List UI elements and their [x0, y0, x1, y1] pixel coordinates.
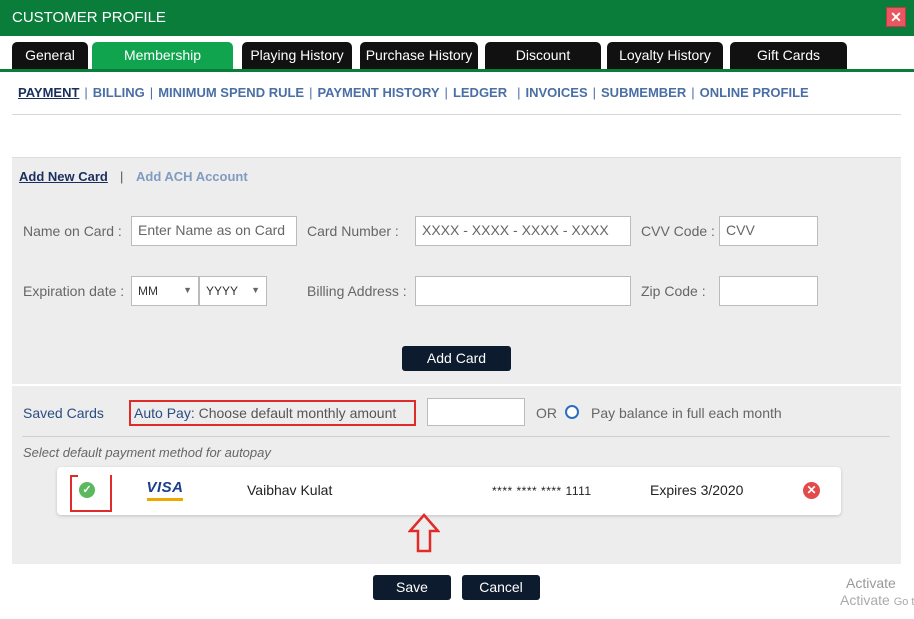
expiration-year-select[interactable]: YYYY ▼ [199, 276, 267, 306]
delete-circle-icon[interactable]: ✕ [803, 482, 820, 499]
tab-gift-cards[interactable]: Gift Cards [730, 42, 847, 69]
subnav-separator: | [309, 85, 313, 100]
add-card-button[interactable]: Add Card [402, 346, 511, 371]
name-on-card-input[interactable]: Enter Name as on Card [131, 216, 297, 246]
subnav-separator: | [444, 85, 448, 100]
name-on-card-label: Name on Card : [23, 223, 122, 239]
card-holder-name: Vaibhav Kulat [247, 482, 333, 498]
up-arrow-annotation-icon [408, 513, 440, 553]
billing-address-input[interactable] [415, 276, 631, 306]
autopay-description: Choose default monthly amount [198, 405, 397, 421]
go-to-settings-text: Go to Set [893, 596, 914, 608]
window-title: CUSTOMER PROFILE [12, 9, 166, 26]
expiration-month-value: MM [138, 284, 158, 298]
link-separator: | [120, 169, 124, 184]
expiration-year-value: YYYY [206, 284, 239, 298]
subnav-online-profile[interactable]: ONLINE PROFILE [700, 85, 809, 100]
pay-balance-label[interactable]: Pay balance in full each month [591, 405, 782, 421]
sub-navigation: PAYMENT | BILLING | MINIMUM SPEND RULE | PAYME… [18, 85, 809, 100]
subnav-separator: | [84, 85, 88, 100]
divider [12, 114, 901, 115]
subnav-separator: | [517, 85, 521, 100]
saved-cards-title: Saved Cards [23, 405, 104, 421]
tab-general[interactable]: General [12, 42, 88, 69]
chevron-down-icon: ▼ [183, 285, 192, 295]
card-number-input[interactable]: XXXX - XXXX - XXXX - XXXX [415, 216, 631, 246]
subnav-separator: | [592, 85, 597, 100]
subnav-separator: | [691, 85, 695, 100]
check-highlight-edge [70, 475, 78, 477]
tab-bar: General Membership Playing History Purch… [0, 36, 914, 72]
subnav-minimum-spend-rule[interactable]: MINIMUM SPEND RULE [158, 85, 304, 100]
check-circle-icon[interactable]: ✓ [79, 482, 95, 498]
radio-icon[interactable] [565, 405, 579, 419]
autopay-label: Auto Pay: Choose default monthly amount [134, 405, 396, 421]
subnav-separator: | [149, 85, 154, 100]
card-brand: VISA [146, 479, 184, 496]
tab-membership[interactable]: Membership [92, 42, 233, 69]
divider [22, 436, 890, 437]
card-masked-number: **** **** **** 1111 [492, 484, 592, 498]
activate-watermark-secondary: Activate Go to Set [840, 592, 914, 608]
title-bar: CUSTOMER PROFILE ✕ [0, 0, 914, 36]
close-icon[interactable]: ✕ [886, 7, 906, 27]
cvv-input[interactable]: CVV [719, 216, 818, 246]
subnav-billing[interactable]: BILLING [93, 85, 145, 100]
add-ach-account-link[interactable]: Add ACH Account [136, 169, 248, 184]
subnav-payment[interactable]: PAYMENT [18, 85, 79, 100]
visa-stripe [147, 498, 183, 501]
zip-code-label: Zip Code : [641, 283, 706, 299]
tab-playing-history[interactable]: Playing History [242, 42, 352, 69]
expiration-month-select[interactable]: MM ▼ [131, 276, 199, 306]
autopay-amount-input[interactable] [427, 398, 525, 426]
add-new-card-link[interactable]: Add New Card [19, 169, 108, 184]
card-expiry: Expires 3/2020 [650, 482, 744, 498]
tab-loyalty-history[interactable]: Loyalty History [607, 42, 723, 69]
cancel-button[interactable]: Cancel [462, 575, 540, 600]
tab-discount[interactable]: Discount [485, 42, 601, 69]
save-button[interactable]: Save [373, 575, 451, 600]
subnav-ledger[interactable]: LEDGER [453, 85, 507, 100]
activate-watermark: Activate [846, 575, 896, 591]
tab-purchase-history[interactable]: Purchase History [360, 42, 478, 69]
subnav-payment-history[interactable]: PAYMENT HISTORY [317, 85, 439, 100]
expiration-date-label: Expiration date : [23, 283, 125, 299]
autopay-hint: Select default payment method for autopa… [23, 445, 271, 460]
activate-watermark-text: Activate [840, 592, 890, 608]
visa-logo: VISA [145, 479, 185, 503]
or-label: OR [536, 405, 557, 421]
autopay-prefix: Auto Pay: [134, 405, 195, 421]
subnav-submember[interactable]: SUBMEMBER [601, 85, 686, 100]
zip-code-input[interactable] [719, 276, 818, 306]
card-number-label: Card Number : [307, 223, 399, 239]
chevron-down-icon: ▼ [251, 285, 260, 295]
cvv-label: CVV Code : [641, 223, 715, 239]
billing-address-label: Billing Address : [307, 283, 407, 299]
subnav-invoices[interactable]: INVOICES [526, 85, 588, 100]
